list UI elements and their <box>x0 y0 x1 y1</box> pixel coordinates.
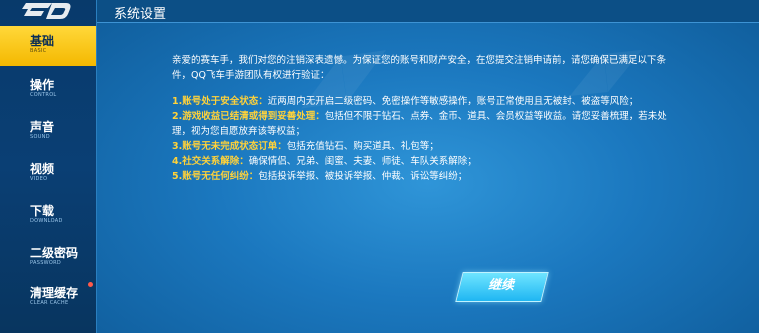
sidebar-item-sublabel: VIDEO <box>30 176 48 182</box>
condition-text: 近两周内无开启二级密码、免密操作等敏感操作，账号正常使用且无被封、被盗等风险； <box>267 96 639 107</box>
sidebar-item-label: 操作 <box>30 78 55 92</box>
sidebar-item-label: 视频 <box>30 162 55 176</box>
sidebar-item-label: 声音 <box>30 120 55 134</box>
condition-text: 包括投诉举报、被投诉举报、仲裁、诉讼等纠纷； <box>258 171 468 182</box>
sidebar-item-sublabel: BASIC <box>30 48 47 54</box>
sidebar-item-label: 基础 <box>30 34 55 48</box>
sidebar: 基础 BASIC 操作 CONTROL 声音 SOUND 视频 VIDEO 下载… <box>0 0 97 333</box>
continue-button-label: 继续 <box>487 278 514 293</box>
sidebar-item-download[interactable]: 下载 DOWNLOAD <box>0 196 96 236</box>
condition-title: 3.账号无未完成状态订单： <box>172 141 287 152</box>
condition-title: 1.账号处于安全状态： <box>172 96 268 107</box>
sidebar-item-password[interactable]: 二级密码 PASSWORD <box>0 238 96 278</box>
notification-dot-icon <box>88 282 93 287</box>
page-title: 系统设置 <box>114 7 167 22</box>
sidebar-item-sound[interactable]: 声音 SOUND <box>0 112 96 152</box>
condition-title: 2.游戏收益已结清或得到妥善处理： <box>172 111 325 122</box>
condition-title: 4.社交关系解除： <box>172 156 249 167</box>
condition-item: 4.社交关系解除：确保情侣、兄弟、闺蜜、夫妻、师徒、车队关系解除； <box>172 154 672 169</box>
condition-title: 5.账号无任何纠纷： <box>172 171 259 182</box>
sidebar-item-sublabel: PASSWORD <box>30 260 62 266</box>
game-logo-icon <box>22 0 74 22</box>
condition-item: 5.账号无任何纠纷：包括投诉举报、被投诉举报、仲裁、诉讼等纠纷； <box>172 169 672 184</box>
page-header: 系统设置 <box>97 0 759 23</box>
condition-item: 3.账号无未完成状态订单：包括充值钻石、购买道具、礼包等； <box>172 139 672 154</box>
sidebar-item-label: 下载 <box>30 204 55 218</box>
sidebar-item-sublabel: SOUND <box>30 134 50 140</box>
condition-item: 2.游戏收益已结清或得到妥善处理：包括但不限于钻石、点券、金币、道具、会员权益等… <box>172 109 672 139</box>
main-panel: ◢◤ ◢◤ 系统设置 亲爱的赛车手，我们对您的注销深表遗憾。为保证您的账号和财产… <box>97 0 759 333</box>
continue-button[interactable]: 继续 <box>455 272 549 302</box>
cancellation-notice: 亲爱的赛车手，我们对您的注销深表遗憾。为保证您的账号和财产安全，在您提交注销申请… <box>172 53 672 184</box>
sidebar-item-sublabel: DOWNLOAD <box>30 218 63 224</box>
sidebar-item-clear-cache[interactable]: 清理缓存 CLEAR CACHE <box>0 278 96 318</box>
sidebar-item-sublabel: CLEAR CACHE <box>30 300 69 306</box>
intro-text: 亲爱的赛车手，我们对您的注销深表遗憾。为保证您的账号和财产安全，在您提交注销申请… <box>172 55 667 81</box>
condition-text: 确保情侣、兄弟、闺蜜、夫妻、师徒、车队关系解除； <box>248 156 477 167</box>
sidebar-item-label: 清理缓存 <box>30 286 79 300</box>
sidebar-item-basic[interactable]: 基础 BASIC <box>0 26 96 66</box>
sidebar-item-video[interactable]: 视频 VIDEO <box>0 154 96 194</box>
sidebar-item-label: 二级密码 <box>30 246 79 260</box>
condition-text: 包括充值钻石、购买道具、礼包等； <box>286 141 439 152</box>
sidebar-item-sublabel: CONTROL <box>30 92 57 98</box>
condition-item: 1.账号处于安全状态：近两周内无开启二级密码、免密操作等敏感操作，账号正常使用且… <box>172 94 672 109</box>
sidebar-item-control[interactable]: 操作 CONTROL <box>0 70 96 110</box>
